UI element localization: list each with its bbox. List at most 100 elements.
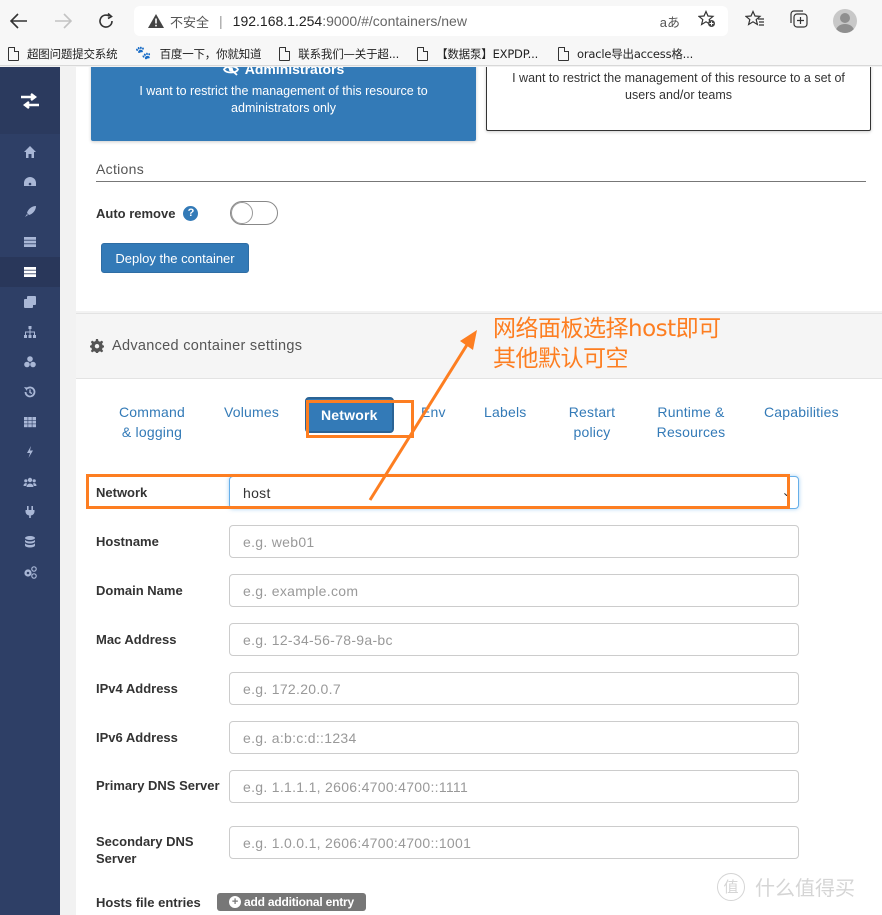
secondary-dns-input[interactable]: e.g. 1.0.0.1, 2606:4700:4700::1001 bbox=[229, 826, 799, 859]
tab-capabilities[interactable]: Capabilities bbox=[764, 402, 839, 422]
primary-dns-label: Primary DNS Server bbox=[96, 778, 220, 793]
sidebar-item-host[interactable] bbox=[0, 407, 60, 437]
sidebar-item-images[interactable] bbox=[0, 287, 60, 317]
favorites-button[interactable] bbox=[744, 10, 765, 33]
watermark: 值 什么值得买 bbox=[717, 872, 855, 901]
sidebar-item-stacks[interactable] bbox=[0, 227, 60, 257]
tab-runtime-resources[interactable]: Runtime & Resources bbox=[651, 402, 731, 442]
baidu-paw-icon: 🐾 bbox=[135, 46, 152, 61]
collections-icon bbox=[790, 10, 808, 28]
add-host-entry-button[interactable]: + add additional entry bbox=[217, 893, 366, 911]
collections-button[interactable] bbox=[789, 10, 809, 33]
sidebar-item-volumes[interactable] bbox=[0, 347, 60, 377]
sidebar-item-endpoints[interactable] bbox=[0, 497, 60, 527]
bookmark-item[interactable]: 🐾 百度一下，你就知道 bbox=[135, 46, 261, 62]
sidebar-item-events[interactable] bbox=[0, 377, 60, 407]
access-desc-restricted: I want to restrict the management of thi… bbox=[512, 71, 845, 102]
bookmarks-bar: 超图问题提交系统 🐾 百度一下，你就知道 联系我们—关于超... 【数据泵】EXP… bbox=[0, 42, 882, 66]
forward-button[interactable] bbox=[50, 8, 76, 34]
create-container-panel: Administrators I want to restrict the ma… bbox=[76, 67, 882, 311]
sidebar-brand[interactable] bbox=[0, 67, 60, 134]
profile-avatar[interactable] bbox=[833, 9, 857, 33]
tab-env[interactable]: Env bbox=[421, 402, 446, 422]
bookmark-item[interactable]: 【数据泵】EXPDP... bbox=[417, 46, 538, 62]
actions-section-title: Actions bbox=[96, 161, 866, 182]
auto-remove-toggle[interactable] bbox=[230, 201, 279, 225]
cubes-icon bbox=[24, 356, 36, 368]
advanced-settings-panel: Advanced container settings Command & lo… bbox=[76, 313, 882, 915]
watermark-badge: 值 bbox=[717, 872, 745, 901]
browser-toolbar: 不安全 | 192.168.1.254:9000/#/containers/ne… bbox=[0, 0, 882, 42]
tab-command-logging[interactable]: Command & logging bbox=[114, 402, 190, 442]
page-icon bbox=[417, 46, 429, 61]
sidebar-item-settings[interactable] bbox=[0, 557, 60, 587]
bookmark-item[interactable]: oracle导出access格... bbox=[558, 46, 693, 62]
access-option-administrators[interactable]: Administrators I want to restrict the ma… bbox=[91, 67, 476, 141]
security-status[interactable]: 不安全 bbox=[170, 12, 209, 31]
read-aloud-button[interactable]: aあ bbox=[660, 12, 680, 31]
tab-volumes[interactable]: Volumes bbox=[224, 402, 279, 422]
add-favorite-button[interactable] bbox=[697, 10, 716, 33]
hostname-input[interactable]: e.g. web01 bbox=[229, 525, 799, 558]
access-desc-administrators: I want to restrict the management of thi… bbox=[139, 84, 428, 115]
eye-slash-icon bbox=[222, 67, 239, 76]
primary-dns-input[interactable]: e.g. 1.1.1.1, 2606:4700:4700::1111 bbox=[229, 770, 799, 803]
divider: | bbox=[219, 13, 223, 29]
ipv6-address-input[interactable]: e.g. a:b:c:d::1234 bbox=[229, 721, 799, 754]
reload-icon bbox=[99, 12, 113, 28]
sidebar-item-extensions[interactable] bbox=[0, 437, 60, 467]
access-title-administrators: Administrators bbox=[244, 67, 345, 77]
ipv4-address-input[interactable]: e.g. 172.20.0.7 bbox=[229, 672, 799, 705]
back-button[interactable] bbox=[6, 8, 32, 34]
sidebar bbox=[0, 67, 60, 915]
clone-icon bbox=[24, 296, 36, 308]
dashboard-icon bbox=[24, 177, 36, 186]
tab-labels[interactable]: Labels bbox=[484, 402, 526, 422]
address-bar[interactable]: 不安全 | 192.168.1.254:9000/#/containers/ne… bbox=[134, 6, 728, 36]
question-circle-icon[interactable]: ? bbox=[183, 205, 199, 221]
sidebar-item-containers[interactable] bbox=[0, 257, 60, 287]
database-icon bbox=[25, 536, 35, 548]
server-icon bbox=[24, 267, 36, 277]
bookmark-item[interactable]: 超图问题提交系统 bbox=[8, 46, 118, 62]
access-option-restricted[interactable]: Restricted I want to restrict the manage… bbox=[486, 67, 871, 131]
favorites-list-icon bbox=[744, 10, 764, 26]
sidebar-item-networks[interactable] bbox=[0, 317, 60, 347]
sitemap-icon bbox=[24, 326, 36, 338]
home-icon bbox=[24, 146, 36, 158]
annotation-highlight-network bbox=[86, 474, 790, 509]
access-option-title: Administrators bbox=[91, 67, 476, 77]
plus-circle-icon: + bbox=[228, 896, 241, 908]
secondary-dns-label: Secondary DNS Server bbox=[96, 834, 194, 866]
auto-remove-row: Auto remove ? bbox=[96, 201, 279, 225]
cogs-icon bbox=[24, 566, 37, 579]
rocket-icon bbox=[25, 206, 36, 217]
sidebar-item-users[interactable] bbox=[0, 467, 60, 497]
reload-button[interactable] bbox=[93, 8, 119, 34]
hostname-label: Hostname bbox=[96, 534, 159, 549]
url-host: 192.168.1.254 bbox=[232, 13, 323, 29]
domain-name-input[interactable]: e.g. example.com bbox=[229, 574, 799, 607]
bookmark-item[interactable]: 联系我们—关于超... bbox=[279, 46, 399, 62]
hosts-file-label: Hosts file entries bbox=[96, 895, 201, 910]
grid-icon bbox=[24, 417, 36, 428]
gear-icon bbox=[90, 339, 104, 353]
tab-restart-policy[interactable]: Restart policy bbox=[562, 402, 622, 442]
deploy-container-button[interactable]: Deploy the container bbox=[101, 243, 249, 273]
add-host-entry-label: add additional entry bbox=[243, 895, 354, 909]
arrow-right-icon bbox=[55, 13, 72, 29]
auto-remove-label: Auto remove bbox=[96, 205, 176, 221]
advanced-tabs: Command & logging Volumes Network Env La… bbox=[76, 397, 882, 452]
plug-icon bbox=[25, 506, 35, 518]
sidebar-item-dashboard[interactable] bbox=[0, 167, 60, 197]
annotation-highlight-tab bbox=[306, 400, 414, 438]
annotation-line-2: 其他默认可空 bbox=[493, 346, 628, 372]
sidebar-item-app-templates[interactable] bbox=[0, 197, 60, 227]
mac-address-input[interactable]: e.g. 12-34-56-78-9a-bc bbox=[229, 623, 799, 656]
users-icon bbox=[23, 477, 37, 487]
advanced-settings-title: Advanced container settings bbox=[112, 338, 303, 354]
sidebar-item-registries[interactable] bbox=[0, 527, 60, 557]
annotation-line-1: 网络面板选择host即可 bbox=[493, 316, 721, 342]
arrow-left-icon bbox=[10, 13, 27, 29]
sidebar-item-home[interactable] bbox=[0, 137, 60, 167]
